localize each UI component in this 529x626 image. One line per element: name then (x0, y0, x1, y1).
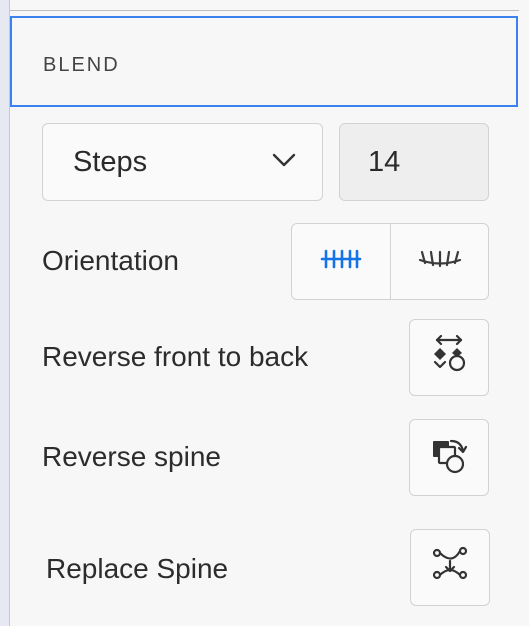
steps-count-value: 14 (368, 146, 401, 178)
align-to-page-button[interactable] (292, 224, 390, 299)
left-edge-strip (0, 0, 10, 626)
orientation-label: Orientation (42, 245, 179, 276)
reverse-spine-label: Reverse spine (42, 441, 221, 472)
top-divider (10, 10, 519, 11)
reverse-front-to-back-button[interactable] (409, 319, 489, 396)
replace-spine-icon (430, 545, 470, 590)
align-to-path-button[interactable] (391, 224, 488, 299)
reverse-front-to-back-label: Reverse front to back (42, 341, 309, 372)
spacing-mode-value: Steps (73, 146, 148, 178)
reverse-spine-button[interactable] (409, 419, 489, 496)
reverse-front-to-back-icon (429, 334, 469, 380)
replace-spine-label: Replace Spine (46, 553, 229, 584)
align-to-page-icon (320, 247, 362, 276)
chevron-down-icon (272, 152, 296, 173)
replace-spine-button[interactable] (410, 529, 490, 606)
spacing-mode-dropdown[interactable]: Steps (42, 123, 323, 201)
reverse-spine-icon (429, 435, 469, 480)
blend-section-header[interactable]: BLEND (10, 16, 518, 107)
align-to-path-icon (418, 247, 462, 276)
orientation-toggle (291, 223, 489, 300)
steps-count-input[interactable]: 14 (339, 123, 489, 201)
section-title: BLEND (43, 54, 120, 76)
